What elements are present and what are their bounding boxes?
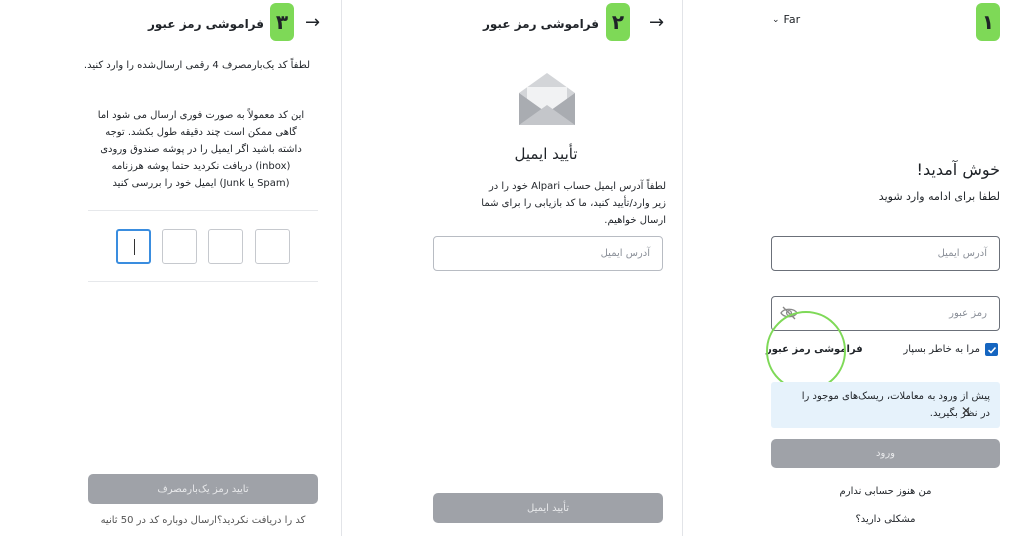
- close-icon[interactable]: ✕: [961, 404, 971, 418]
- back-arrow-icon[interactable]: →: [305, 14, 320, 32]
- help-link[interactable]: مشکلی دارید؟: [771, 511, 1000, 528]
- otp-digit-3[interactable]: [208, 229, 243, 264]
- language-selector[interactable]: ⌄ Far: [772, 13, 800, 26]
- panel-divider-1: [341, 0, 342, 536]
- resend-code-text[interactable]: کد را دریافت نکردید؟ارسال دوباره کد در 5…: [88, 512, 318, 529]
- step-number-badge: ۳: [270, 3, 294, 41]
- confirm-email-button[interactable]: تأیید ایمیل: [433, 493, 663, 523]
- highlight-circle: [766, 311, 846, 391]
- page-title: فراموشی رمز عبور: [482, 17, 599, 31]
- email-field[interactable]: آدرس ایمیل: [433, 236, 663, 271]
- panel-divider-2: [682, 0, 683, 536]
- step-number-badge: ۱: [976, 3, 1000, 41]
- envelope-icon: [519, 73, 575, 125]
- risk-notice-text: پیش از ورود به معاملات، ریسک‌های موجود ر…: [801, 391, 990, 419]
- email-field[interactable]: آدرس ایمیل: [771, 236, 1000, 271]
- signup-link[interactable]: من هنوز حسابی ندارم: [771, 483, 1000, 500]
- verify-email-heading: تأیید ایمیل: [514, 145, 578, 163]
- back-arrow-icon[interactable]: →: [649, 14, 664, 32]
- step-number-badge: ۲: [606, 3, 630, 41]
- remember-me-checkbox[interactable]: [985, 343, 998, 356]
- login-button[interactable]: ورود: [771, 439, 1000, 468]
- password-placeholder: رمز عبور: [949, 308, 987, 319]
- checkmark-icon: [987, 346, 996, 354]
- otp-instruction: لطفاً کد یک‌بارمصرف 4 رقمی ارسال‌شده را …: [83, 60, 310, 71]
- page-title: فراموشی رمز عبور: [147, 17, 264, 31]
- login-subtitle: لطفا برای ادامه وارد شوید: [878, 190, 1000, 203]
- remember-me-label: مرا به خاطر بسپار: [903, 344, 980, 355]
- chevron-down-icon: ⌄: [772, 14, 780, 25]
- welcome-heading: خوش آمدید!: [916, 160, 1000, 179]
- otp-digit-1[interactable]: [116, 229, 151, 264]
- risk-notice-box: پیش از ورود به معاملات، ریسک‌های موجود ر…: [771, 382, 1000, 428]
- confirm-otp-button[interactable]: تایید رمز یک‌بارمصرف: [88, 474, 318, 504]
- text-caret: [134, 239, 135, 255]
- verify-email-description: لطفاً آدرس ایمیل حساب Alpari خود را در ز…: [481, 181, 666, 226]
- separator: [88, 210, 318, 211]
- otp-delivery-note: این کد معمولاً به صورت فوری ارسال می شود…: [97, 110, 305, 189]
- otp-digit-4[interactable]: [255, 229, 290, 264]
- separator: [88, 281, 318, 282]
- language-label: Far: [783, 13, 801, 26]
- otp-digit-2[interactable]: [162, 229, 197, 264]
